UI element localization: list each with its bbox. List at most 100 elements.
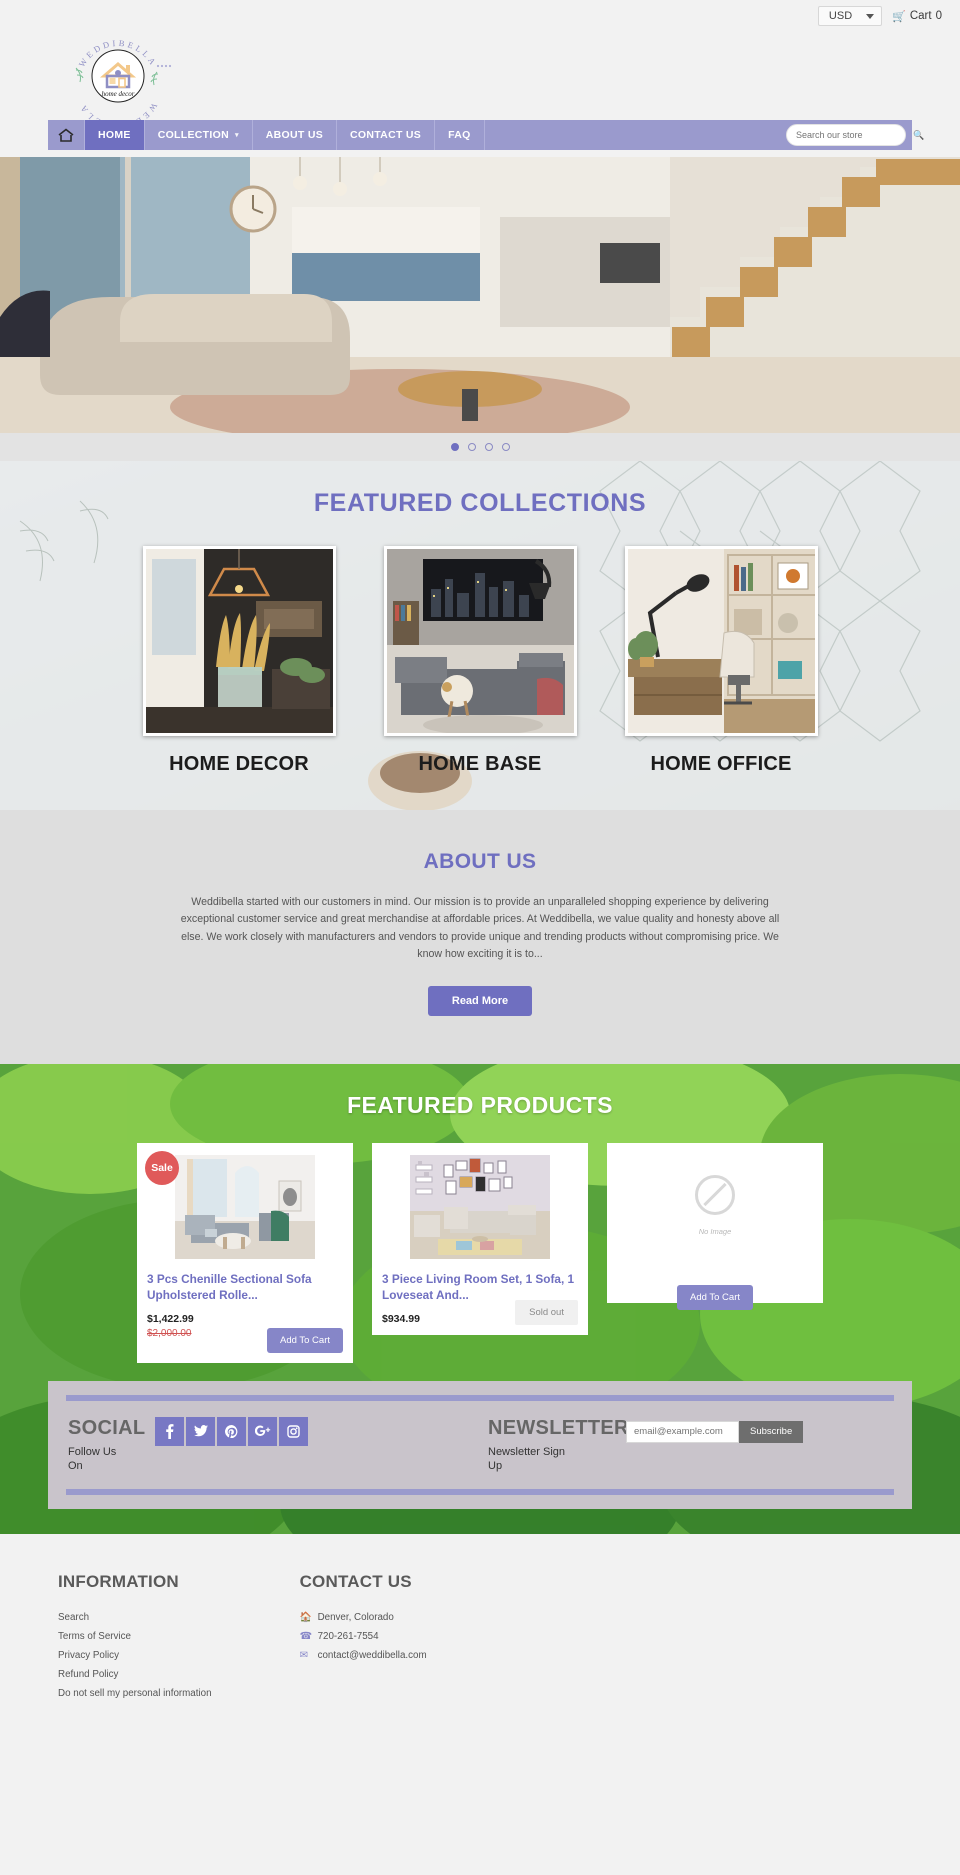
phone-icon: ☎ (299, 1630, 312, 1642)
featured-products-title: FEATURED PRODUCTS (347, 1091, 613, 1118)
footer-link-search[interactable]: Search (58, 1608, 212, 1627)
living-room-set-image (410, 1154, 550, 1259)
chevron-down-icon (866, 13, 875, 19)
cart-link[interactable]: 🛒 Cart 0 (892, 10, 942, 23)
about-us-body: Weddibella started with our customers in… (180, 896, 780, 961)
no-image-label: No Image (698, 1226, 732, 1236)
footer-link-refund-policy[interactable]: Refund Policy (58, 1665, 212, 1684)
cart-count: 0 (935, 10, 942, 22)
collection-image-home-base (383, 546, 577, 736)
footer-contact-column: CONTACT US 🏠 Denver, Colorado ☎ 720-261-… (300, 1572, 427, 1703)
nav-label: COLLECTION (157, 129, 229, 141)
newsletter-subtext: Newsletter Sign Up (488, 1445, 566, 1473)
product-image-placeholder: No Image (617, 1151, 813, 1263)
location-icon: 🏠 (299, 1611, 312, 1623)
nav-label: FAQ (448, 129, 471, 141)
svg-text:WEDDIBELLA: WEDDIBELLA (77, 101, 160, 120)
slider-dots (0, 433, 960, 461)
search-box[interactable]: 🔍 (786, 124, 924, 146)
footer-phone-text: 720-261-7554 (317, 1630, 379, 1642)
social-newsletter-panel: SOCIAL Follow Us On NEWSLETTER Newslette… (48, 1380, 912, 1510)
social-icon-list (155, 1416, 309, 1446)
instagram-icon[interactable] (279, 1416, 309, 1446)
collection-label-home-base: HOME BASE (418, 753, 542, 775)
footer-email[interactable]: ✉ contact@weddibella.com (300, 1646, 427, 1665)
footer-link-terms-of-service[interactable]: Terms of Service (58, 1627, 212, 1646)
footer-link-do-not-sell[interactable]: Do not sell my personal information (58, 1684, 212, 1703)
add-to-cart-button[interactable]: Add To Cart (677, 1284, 753, 1310)
slider-dot-1[interactable] (450, 443, 459, 451)
search-icon[interactable]: 🔍 (913, 130, 924, 141)
nav-item-contact-us[interactable]: CONTACT US (337, 120, 436, 150)
currency-selector[interactable]: USD (817, 6, 883, 26)
no-image-icon (695, 1174, 735, 1215)
logo-area: WEDDIBELLA WEDDIBELLA home decor (0, 32, 960, 120)
google-plus-icon[interactable] (248, 1416, 278, 1446)
cart-label: Cart (909, 10, 932, 22)
product-title[interactable]: 3 Piece Living Room Set, 1 Sofa, 1 Loves… (382, 1272, 578, 1304)
product-card[interactable]: 3 Piece Living Room Set, 1 Sofa, 1 Loves… (372, 1142, 588, 1335)
envelope-icon: ✉ (299, 1650, 308, 1662)
chevron-down-icon: ▾ (234, 132, 239, 139)
facebook-icon[interactable] (155, 1416, 185, 1446)
product-image[interactable] (382, 1151, 578, 1263)
social-heading: SOCIAL (68, 1416, 146, 1439)
footer-phone[interactable]: ☎ 720-261-7554 (300, 1627, 427, 1646)
product-price: $1,422.99 (147, 1312, 194, 1325)
pinterest-icon[interactable] (217, 1416, 247, 1446)
slider-dot-4[interactable] (501, 443, 510, 451)
newsletter-form: Subscribe (626, 1420, 804, 1443)
nav-label: CONTACT US (350, 129, 422, 141)
collection-card-home-base[interactable]: HOME BASE (383, 546, 577, 776)
slider-dot-2[interactable] (467, 443, 476, 451)
product-card[interactable]: No Image Add To Cart (607, 1142, 823, 1310)
footer-link-privacy-policy[interactable]: Privacy Policy (58, 1646, 212, 1665)
svg-text:home decor: home decor (102, 90, 135, 98)
newsletter-heading: NEWSLETTER (488, 1416, 629, 1439)
collection-image-home-decor (142, 546, 336, 736)
newsletter-email-input[interactable] (626, 1420, 739, 1443)
nav-item-faq[interactable]: FAQ (435, 120, 485, 150)
top-bar: USD 🛒 Cart 0 (0, 0, 960, 32)
sectional-sofa-image (175, 1154, 315, 1259)
footer-information-column: INFORMATION Search Terms of Service Priv… (58, 1572, 212, 1703)
collection-label-home-office: HOME OFFICE (650, 753, 792, 775)
footer-contact-title: CONTACT US (299, 1571, 412, 1591)
footer-information-title: INFORMATION (58, 1571, 179, 1591)
cart-icon: 🛒 (892, 10, 906, 23)
featured-collections-section: FEATURED COLLECTIONS HOME DECOR HOME BAS… (0, 461, 960, 810)
nav-item-home[interactable]: HOME (85, 120, 145, 150)
hero-image (0, 157, 960, 433)
collection-card-home-office[interactable]: HOME OFFICE (624, 546, 818, 776)
collection-card-home-decor[interactable]: HOME DECOR (142, 546, 336, 776)
subscribe-button[interactable]: Subscribe (739, 1420, 804, 1443)
social-subtext: Follow Us On (68, 1445, 117, 1473)
site-logo[interactable]: WEDDIBELLA WEDDIBELLA home decor (58, 32, 178, 120)
site-footer: INFORMATION Search Terms of Service Priv… (0, 1533, 960, 1704)
nav-item-collection[interactable]: COLLECTION ▾ (145, 120, 253, 150)
twitter-icon[interactable] (186, 1416, 216, 1446)
nav-label: HOME (98, 129, 131, 141)
product-card[interactable]: Sale 3 Pcs Chenille Sectional Sofa Uphol… (137, 1142, 353, 1363)
about-us-title: ABOUT US (423, 850, 537, 873)
product-title[interactable]: 3 Pcs Chenille Sectional Sofa Upholstere… (147, 1272, 343, 1304)
slider-dot-3[interactable] (484, 443, 493, 451)
nav-item-about-us[interactable]: ABOUT US (253, 120, 338, 150)
hero-slider[interactable] (0, 157, 960, 433)
search-input[interactable] (796, 130, 913, 140)
collection-label-home-decor: HOME DECOR (169, 753, 309, 775)
sale-badge: Sale (145, 1150, 179, 1185)
currency-value: USD (828, 10, 853, 22)
footer-address: 🏠 Denver, Colorado (300, 1608, 427, 1627)
nav-home-icon-button[interactable] (48, 120, 85, 150)
panel-bottom-rule (66, 1489, 894, 1496)
nav-label: ABOUT US (265, 129, 324, 141)
footer-email-text: contact@weddibella.com (317, 1650, 427, 1662)
about-us-section: ABOUT US Weddibella started with our cus… (0, 810, 960, 1064)
home-icon (58, 128, 74, 142)
read-more-button[interactable]: Read More (427, 985, 533, 1016)
main-navigation: HOME COLLECTION ▾ ABOUT US CONTACT US FA… (48, 120, 924, 150)
collection-image-home-office (624, 546, 818, 736)
add-to-cart-button[interactable]: Add To Cart (267, 1327, 343, 1353)
featured-products-section: FEATURED PRODUCTS Sale 3 Pcs Chenille Se… (0, 1063, 960, 1534)
